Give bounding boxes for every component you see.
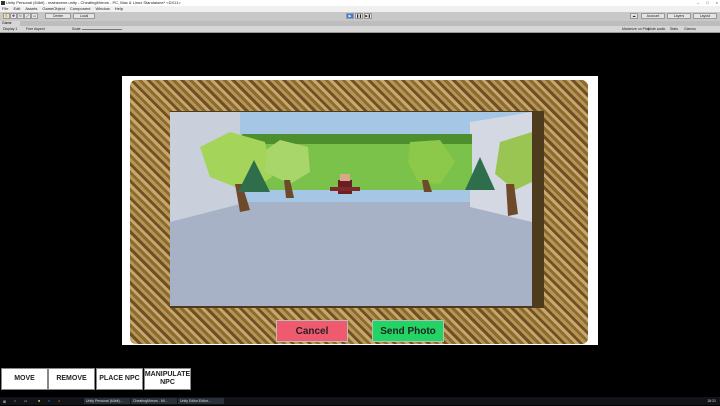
browser-icon[interactable]: ● [58,397,60,405]
scale-label: Scale [72,27,81,31]
photo-scene [170,112,532,306]
taskbar-app-unity[interactable]: Unity Personal (64bit)... [84,398,130,404]
rotate-icon: ↻ [19,14,22,18]
taskbar-app-cheatingmirrors[interactable]: CheatingMirrors - Mi... [131,398,177,404]
space-toggle[interactable]: Local [73,13,95,19]
step-button[interactable]: ▶❚ [364,13,372,19]
play-button[interactable]: ▶ [346,13,354,19]
display-dropdown[interactable]: Display 1 [3,26,17,32]
layout-dropdown[interactable]: Layout [693,13,717,19]
cloud-button[interactable]: ☁ [630,13,638,19]
move-button[interactable]: MOVE [1,368,48,390]
play-icon: ▶ [348,14,352,18]
task-view-icon[interactable]: ▭ [24,397,27,405]
place-npc-button[interactable]: PLACE NPC [96,368,143,390]
folder-icon[interactable]: ■ [38,397,40,405]
mute-audio-toggle[interactable]: Mute audio [648,26,665,32]
scale-icon: ⤢ [26,14,29,18]
scale-slider[interactable] [82,29,122,30]
game-view-bar: Display 1 Free Aspect Scale Maximize on … [0,26,720,33]
unity-icon [1,1,5,5]
rect-icon: ▭ [32,14,37,18]
os-taskbar: ⊞ ○ ▭ ■ e ● Unity Personal (64bit)... Ch… [0,397,720,405]
search-icon[interactable]: ○ [14,397,16,405]
taskbar-app-unity-editor[interactable]: Unity Editor.Editor... [178,398,224,404]
move-tool-button[interactable]: ✥ [10,13,17,19]
hand-tool-button[interactable]: ✋ [3,13,10,19]
maximize-on-play-toggle[interactable]: Maximize on Play [622,26,649,32]
taskbar-clock: 18:21 [707,399,716,403]
pivot-toggle[interactable]: Center [45,13,71,19]
rotate-tool-button[interactable]: ↻ [17,13,24,19]
gizmos-dropdown[interactable]: Gizmos [684,26,696,32]
edge-icon[interactable]: e [48,397,50,405]
npc-head [340,174,350,181]
account-dropdown[interactable]: Account [641,13,665,19]
send-photo-button[interactable]: Send Photo [372,320,444,342]
scale-tool-button[interactable]: ⤢ [24,13,31,19]
rect-tool-button[interactable]: ▭ [31,13,38,19]
remove-button[interactable]: REMOVE [48,368,95,390]
stats-toggle[interactable]: Stats [670,26,678,32]
cloud-icon: ☁ [632,14,636,18]
cancel-button[interactable]: Cancel [276,320,348,342]
layers-dropdown[interactable]: Layers [667,13,691,19]
step-icon: ▶❚ [365,14,371,18]
npc-arms [330,187,360,191]
pause-icon: ❚❚ [356,14,362,18]
pause-button[interactable]: ❚❚ [355,13,363,19]
photo-preview-panel [122,76,598,345]
aspect-dropdown[interactable]: Free Aspect [26,26,45,32]
captured-photo [170,112,532,306]
hand-icon: ✋ [4,14,9,18]
tab-game-label: Game [2,21,12,25]
move-icon: ✥ [12,14,15,18]
manipulate-npc-button[interactable]: MANIPULATE NPC [144,368,191,390]
